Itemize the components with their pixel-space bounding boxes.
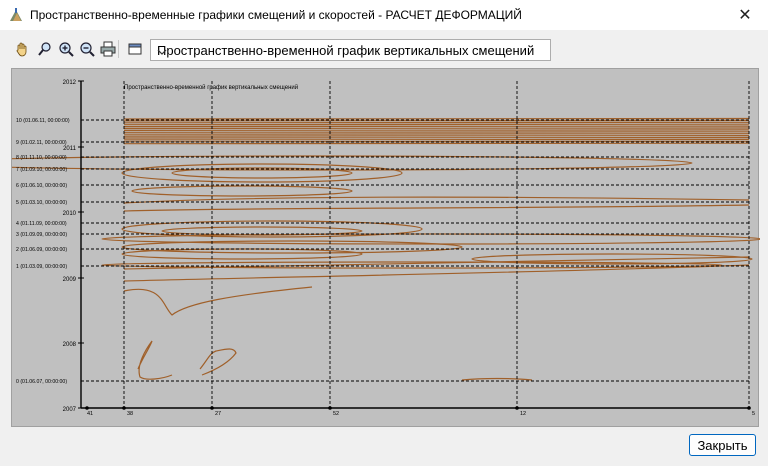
point-label: 12: [520, 411, 526, 417]
contour-line: [123, 131, 750, 133]
cycle-label: 9 (01.02.11, 00:00:00): [16, 140, 67, 146]
hand-pan-icon[interactable]: [13, 40, 31, 58]
year-tick-label: 2009: [63, 277, 77, 283]
cycle-label: 6 (01.06.10, 00:00:00): [16, 183, 67, 189]
point-marker: [210, 406, 214, 410]
contour-loop: [121, 248, 363, 260]
contour-loop: [121, 240, 463, 254]
chart-title: Пространственно-временной график вертика…: [124, 84, 298, 91]
window-icon[interactable]: [126, 40, 144, 58]
point-label: 41: [87, 411, 93, 417]
contour-line: [137, 340, 173, 380]
contour-line: [199, 348, 237, 376]
point-marker: [747, 406, 751, 410]
point-label: 52: [333, 411, 339, 417]
contour-line: [123, 123, 750, 126]
year-tick-label: 2007: [63, 407, 77, 413]
point-marker: [328, 406, 332, 410]
point-label: 38: [127, 411, 133, 417]
contour-chart[interactable]: 2012 2011 2010 2009 2008 2007 10 (01.06.11, 00…: [11, 68, 760, 427]
point-marker: [85, 406, 89, 410]
graph-type-select[interactable]: Пространственно-временной график вертика…: [150, 39, 551, 61]
year-tick-label: 2011: [63, 146, 77, 152]
contour-loop: [121, 163, 403, 183]
cycle-label: 5 (01.03.10, 00:00:00): [16, 200, 67, 206]
zoom-out-icon[interactable]: [78, 40, 96, 58]
contour-line: [123, 125, 750, 128]
contour-line: [123, 119, 750, 122]
zoom-in-icon[interactable]: [57, 40, 75, 58]
contour-loop: [12, 155, 693, 171]
cycle-label: 8 (01.11.10, 00:00:00): [16, 155, 67, 161]
contour-line: [123, 133, 750, 135]
cycle-label: 4 (01.11.09, 00:00:00): [16, 221, 67, 227]
point-marker: [122, 406, 126, 410]
year-tick-label: 2010: [63, 211, 77, 217]
contour-line: [123, 129, 750, 132]
chevron-down-icon: [157, 45, 544, 60]
contour-line: [123, 142, 750, 145]
contour-line: [123, 138, 750, 141]
cycle-label: 0 (01.06.07, 00:00:00): [16, 379, 67, 385]
cycle-label: 7 (01.09.10, 00:00:00): [16, 167, 67, 173]
app-icon: [10, 8, 22, 21]
contour-line: [123, 204, 750, 212]
contour-line: [123, 117, 750, 120]
contour-line: [123, 135, 750, 137]
contour-loop: [131, 185, 353, 197]
print-icon[interactable]: [99, 40, 117, 58]
cycle-label: 2 (01.06.09, 00:00:00): [16, 247, 67, 253]
contour-line: [123, 127, 750, 130]
title-bar: Пространственно-временные графики смещен…: [0, 0, 768, 30]
close-button[interactable]: Закрыть: [689, 434, 756, 456]
close-window-button[interactable]: ✕: [722, 0, 768, 30]
window-title: Пространственно-временные графики смещен…: [30, 8, 522, 22]
cycle-label: 3 (01.09.09, 00:00:00): [16, 232, 67, 238]
contour-line: [123, 286, 313, 316]
year-tick-label: 2008: [63, 342, 77, 348]
contour-line: [123, 136, 750, 139]
zoom-region-icon[interactable]: [36, 40, 54, 58]
contour-line: [123, 121, 750, 124]
contour-line: [461, 377, 533, 381]
cycle-label: 1 (01.03.09, 00:00:00): [16, 264, 67, 270]
contour-loop: [101, 233, 760, 245]
toolbar-separator: [118, 40, 119, 58]
point-label: 27: [215, 411, 221, 417]
chart-svg: 2012 2011 2010 2009 2008 2007 10 (01.06.11, 00…: [12, 80, 760, 417]
point-marker: [515, 406, 519, 410]
year-tick-label: 2012: [63, 80, 77, 86]
cycle-label: 10 (01.06.11, 00:00:00): [16, 118, 70, 124]
point-label: 5: [752, 411, 755, 417]
